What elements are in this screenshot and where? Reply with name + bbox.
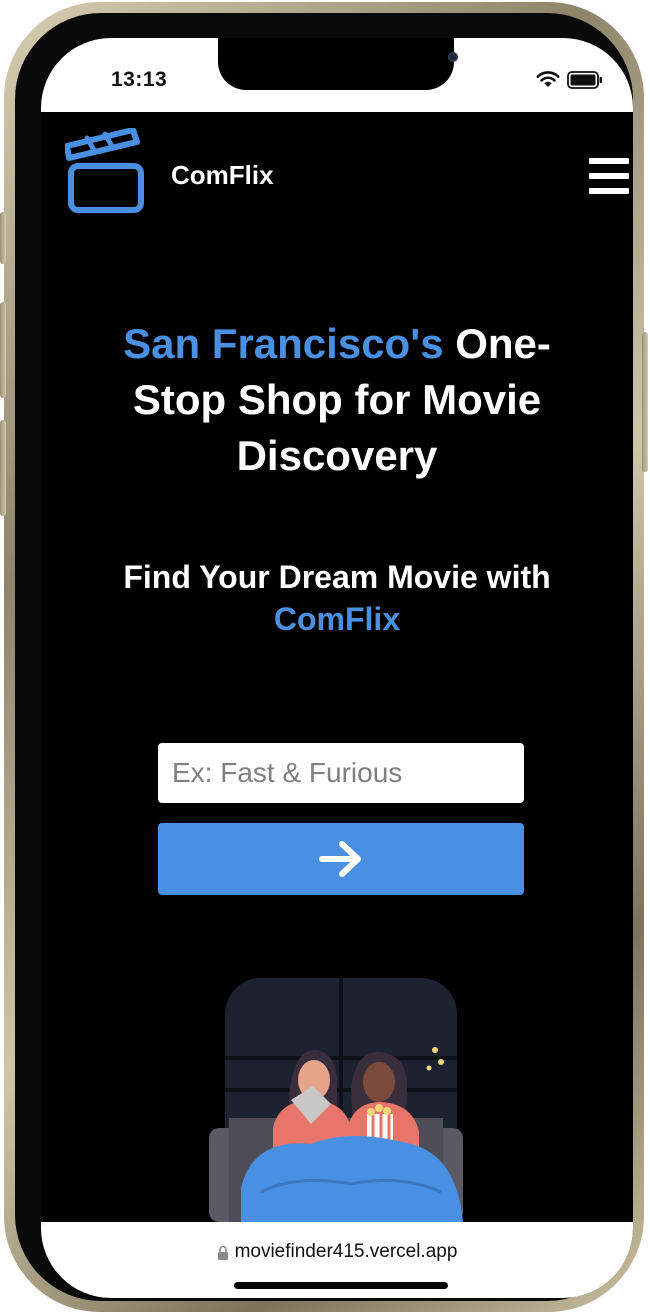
movie-night-illustration — [209, 978, 463, 1222]
hero-subtitle: Find Your Dream Movie with ComFlix — [81, 556, 593, 640]
search-submit-button[interactable] — [158, 823, 524, 895]
hero-subtitle-prefix: Find Your Dream Movie with — [123, 559, 551, 595]
power-button — [642, 332, 648, 472]
phone-bezel: 13:13 ComFlix San Francisco's One-Stop S… — [15, 13, 633, 1301]
hero-title: San Francisco's One-Stop Shop for Movie … — [81, 316, 593, 484]
hero-title-accent: San Francisco's — [123, 320, 444, 367]
status-time: 13:13 — [111, 68, 168, 91]
hero-subtitle-accent: ComFlix — [273, 601, 401, 637]
menu-line — [589, 188, 629, 194]
search-input[interactable] — [158, 743, 524, 803]
site-header: ComFlix — [41, 112, 633, 242]
menu-line — [589, 173, 629, 179]
wifi-icon — [536, 71, 560, 87]
volume-up-button — [0, 302, 6, 398]
phone-frame: 13:13 ComFlix San Francisco's One-Stop S… — [0, 2, 648, 1312]
arrow-right-icon — [319, 841, 361, 877]
front-camera — [448, 52, 458, 62]
lock-icon — [217, 1245, 228, 1260]
browser-url-bar[interactable]: moviefinder415.vercel.app — [41, 1222, 633, 1298]
brand-name[interactable]: ComFlix — [171, 160, 274, 191]
hamburger-menu-icon[interactable] — [589, 158, 631, 200]
clapperboard-icon[interactable] — [65, 128, 149, 216]
action-button — [0, 212, 6, 264]
notch — [218, 38, 458, 90]
url-wrap: moviefinder415.vercel.app — [41, 1241, 633, 1263]
battery-icon — [567, 71, 602, 89]
home-indicator[interactable] — [234, 1282, 448, 1289]
status-bar: 13:13 — [41, 38, 633, 112]
phone-screen: 13:13 ComFlix San Francisco's One-Stop S… — [41, 38, 633, 1298]
volume-down-button — [0, 420, 6, 516]
menu-line — [589, 158, 629, 164]
url-text[interactable]: moviefinder415.vercel.app — [235, 1241, 458, 1263]
